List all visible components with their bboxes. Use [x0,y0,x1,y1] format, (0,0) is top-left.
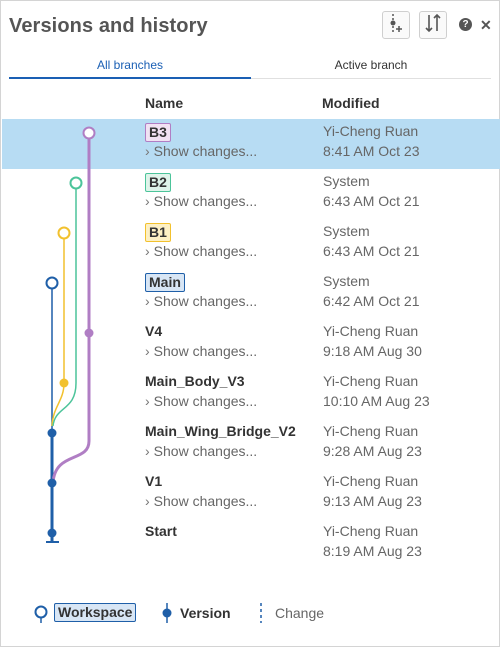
show-changes-link[interactable]: › Show changes... [145,243,257,259]
modified-by: Yi-Cheng Ruan [323,423,419,439]
branch-badge: Main [145,273,185,292]
version-name: Main_Wing_Bridge_V2 [145,423,296,439]
v1-version-node [47,478,57,488]
modified-by: Yi-Cheng Ruan [323,373,419,389]
b2-workspace-node [69,176,83,190]
modified-at: 6:42 AM Oct 21 [323,293,420,309]
row-name-cell: V1 [145,473,162,489]
start-version-node [47,528,57,538]
show-changes-label: Show changes... [153,443,258,459]
modified-by: System [323,223,370,239]
show-changes-link[interactable]: › Show changes... [145,493,257,509]
chevron-right-icon: › [145,193,150,209]
modified-by: Yi-Cheng Ruan [323,323,419,339]
workspace-legend-icon [34,605,48,623]
change-legend-label: Change [275,605,325,621]
modified-by: System [323,273,370,289]
row-name-cell: Start [145,523,177,539]
row-name-cell: B3 [145,123,171,142]
branch-badge: B3 [145,123,171,142]
modified-at: 6:43 AM Oct 21 [323,243,420,259]
b3-workspace-node [82,126,96,140]
row-name-cell: V4 [145,323,162,339]
modified-by: Yi-Cheng Ruan [323,123,419,139]
show-changes-label: Show changes... [153,193,258,209]
version-name: V1 [145,473,163,489]
show-changes-label: Show changes... [153,343,258,359]
row-name-cell: Main [145,273,185,292]
modified-at: 8:41 AM Oct 23 [323,143,420,159]
version-name: Main_Body_V3 [145,373,245,389]
show-changes-link[interactable]: › Show changes... [145,343,257,359]
close-icon[interactable]: ✕ [480,17,492,34]
chevron-right-icon: › [145,243,150,259]
branch-compare-icon [424,13,442,38]
show-changes-link[interactable]: › Show changes... [145,193,257,209]
row-name-cell: B1 [145,223,171,242]
chevron-right-icon: › [145,443,150,459]
column-header-modified[interactable]: Modified [322,95,380,111]
version-legend-icon [162,603,172,623]
modified-at: 9:28 AM Aug 23 [323,443,422,459]
chevron-right-icon: › [145,143,150,159]
tab-active-branch[interactable]: Active branch [251,54,491,79]
version-name: Start [145,523,177,539]
chevron-right-icon: › [145,293,150,309]
change-legend-icon [260,603,262,623]
workspace-legend-label: Workspace [54,603,137,622]
branch-compare-button[interactable] [419,11,447,39]
b1-workspace-node [57,226,71,240]
show-changes-label: Show changes... [153,393,258,409]
versions-history-panel: Versions and history ? ✕ All branches Ac… [0,0,500,647]
modified-by: Yi-Cheng Ruan [323,523,419,539]
column-header-name[interactable]: Name [145,95,183,111]
main-body-v3-version-node [59,378,69,388]
chevron-right-icon: › [145,343,150,359]
row-name-cell: Main_Wing_Bridge_V2 [145,423,296,439]
modified-by: System [323,173,370,189]
branch-badge: B1 [145,223,171,242]
show-changes-link[interactable]: › Show changes... [145,443,257,459]
show-changes-link[interactable]: › Show changes... [145,293,257,309]
modified-at: 10:10 AM Aug 23 [323,393,430,409]
main-workspace-node [45,276,59,290]
show-changes-label: Show changes... [153,293,258,309]
show-changes-link[interactable]: › Show changes... [145,393,257,409]
show-changes-link[interactable]: › Show changes... [145,143,257,159]
branch-badge: B2 [145,173,171,192]
modified-at: 9:13 AM Aug 23 [323,493,422,509]
version-legend-label: Version [180,605,231,621]
b1-branch-line [51,233,65,427]
row-name-cell: B2 [145,173,171,192]
modified-at: 9:18 AM Aug 30 [323,343,422,359]
modified-at: 8:19 AM Aug 23 [323,543,422,559]
v4-version-node [84,328,94,338]
modified-by: Yi-Cheng Ruan [323,473,419,489]
show-changes-label: Show changes... [153,493,258,509]
chevron-right-icon: › [145,493,150,509]
help-icon[interactable]: ? [459,18,472,31]
chevron-right-icon: › [145,393,150,409]
row-name-cell: Main_Body_V3 [145,373,245,389]
create-version-icon [387,13,405,38]
show-changes-label: Show changes... [153,143,258,159]
modified-at: 6:43 AM Oct 21 [323,193,420,209]
create-version-button[interactable] [382,11,410,39]
main-wing-bridge-v2-version-node [47,428,57,438]
version-name: V4 [145,323,163,339]
show-changes-label: Show changes... [153,243,258,259]
version-graph [45,126,96,543]
